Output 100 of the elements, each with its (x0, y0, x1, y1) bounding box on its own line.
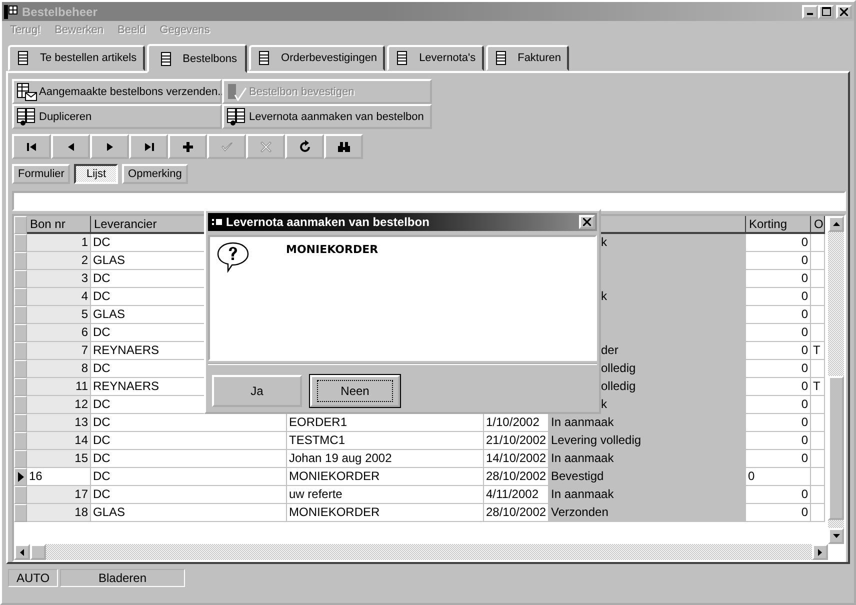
tab[interactable]: Fakturen (486, 45, 570, 71)
dialog-button[interactable]: Ja (212, 375, 302, 407)
grid-icon (212, 218, 222, 226)
table-cell: Verzonden (549, 504, 746, 522)
table-cell: 0 (746, 360, 811, 378)
table-cell (811, 396, 825, 414)
table-cell: In aanmaak (549, 486, 746, 504)
navigator-button[interactable] (168, 134, 207, 159)
table-cell: 0 (746, 504, 811, 522)
table-cell: In aanmaak (549, 450, 746, 468)
scroll-thumb[interactable] (828, 376, 844, 520)
close-button[interactable] (579, 215, 595, 229)
tab[interactable]: Levernota's (387, 45, 484, 71)
input-field[interactable] (12, 191, 846, 211)
left-arrow-icon (20, 548, 24, 556)
table-cell: 0 (746, 342, 811, 360)
action-button[interactable]: Levernota aanmaken van bestelbon (222, 104, 432, 129)
up-arrow-icon (832, 222, 840, 226)
message-text: MONIEKORDER (286, 243, 378, 256)
table-icon (227, 108, 247, 126)
table-cell: Bevestigd (549, 468, 746, 486)
table-cell: 17 (27, 486, 91, 504)
table-cell: 0 (746, 234, 811, 252)
table-cell: 5 (27, 306, 91, 324)
table-cell: 11 (27, 378, 91, 396)
horizontal-scrollbar[interactable] (14, 544, 828, 560)
table-cell: 0 (746, 324, 811, 342)
dialog-button[interactable]: Neen (310, 375, 400, 407)
tab[interactable]: Bestelbons (146, 44, 248, 73)
table-cell: 2 (27, 252, 91, 270)
table-cell: 7 (27, 342, 91, 360)
table-cell: 0 (746, 432, 811, 450)
vertical-scrollbar[interactable] (828, 216, 844, 544)
table-cell: 0 (746, 396, 811, 414)
status-panel: AUTO (8, 569, 58, 587)
table-cell: MONIEKORDER (287, 468, 484, 486)
navigator-button[interactable] (285, 134, 324, 159)
tab[interactable]: Te bestellen artikels (8, 45, 145, 71)
refresh-icon (298, 140, 312, 154)
table-cell (811, 324, 825, 342)
table-cell: DC (91, 432, 287, 450)
table-cell: uw referte (287, 486, 484, 504)
down-arrow-icon (832, 534, 840, 538)
table-cell: GLAS (91, 504, 287, 522)
navigator-button[interactable] (12, 134, 51, 159)
maximize-button[interactable] (818, 4, 834, 18)
table-cell: 0 (746, 414, 811, 432)
column-header[interactable]: O (811, 216, 825, 234)
navigator-button[interactable] (90, 134, 129, 159)
tab[interactable]: Orderbevestigingen (249, 45, 386, 71)
table-cell: 8 (27, 360, 91, 378)
table-icon (17, 108, 37, 126)
plus-icon (180, 140, 194, 154)
table-cell: 28/10/2002 (484, 468, 549, 486)
status-panel: Bladeren (60, 569, 185, 587)
table-cell: 4 (27, 288, 91, 306)
action-button[interactable]: Dupliceren (12, 104, 222, 129)
close-button[interactable] (836, 4, 852, 18)
navigator-button[interactable] (129, 134, 168, 159)
table-cell: 4/11/2002 (484, 486, 549, 504)
table-cell (811, 468, 825, 486)
column-header[interactable]: Korting (746, 216, 811, 234)
minimize-button[interactable] (802, 4, 818, 18)
cross-icon (258, 140, 272, 154)
table-cell (811, 288, 825, 306)
right-arrow-icon (818, 548, 822, 556)
sheet-icon (18, 51, 28, 65)
table-cell: 0 (746, 270, 811, 288)
table-cell: DC (91, 414, 287, 432)
table-cell: 21/10/2002 (484, 432, 549, 450)
table-cell (811, 270, 825, 288)
table-cell: 3 (27, 270, 91, 288)
navigator-button[interactable] (51, 134, 90, 159)
sheet-icon (259, 51, 270, 65)
table-cell (811, 432, 825, 450)
close-icon (840, 8, 848, 16)
navigator-button[interactable] (324, 134, 363, 159)
table-cell: MONIEKORDER (287, 504, 484, 522)
window-title: Bestelbeheer (22, 4, 98, 18)
table-cell: 0 (746, 468, 811, 486)
view-tab[interactable]: Lijst (74, 164, 118, 184)
table-cell (811, 414, 825, 432)
grid-icon (4, 4, 18, 18)
table-cell: EORDER1 (287, 414, 484, 432)
view-tab[interactable]: Opmerking (122, 164, 188, 184)
scroll-thumb[interactable] (30, 544, 46, 560)
row-selector[interactable] (14, 468, 27, 486)
column-header[interactable]: Bon nr (27, 216, 91, 234)
minimize-icon (807, 13, 813, 15)
check-icon (220, 140, 234, 154)
view-tab[interactable]: Formulier (12, 164, 70, 184)
question-bubble-icon (216, 241, 250, 273)
table-cell (811, 486, 825, 504)
table-cell: TESTMC1 (287, 432, 484, 450)
table-cell: 16 (27, 468, 91, 486)
table-cell: 6 (27, 324, 91, 342)
check-icon (227, 82, 247, 100)
action-button[interactable]: Aangemaakte bestelbons verzenden.. (12, 79, 222, 104)
maximize-icon (822, 7, 830, 16)
sheet-icon (397, 51, 408, 65)
